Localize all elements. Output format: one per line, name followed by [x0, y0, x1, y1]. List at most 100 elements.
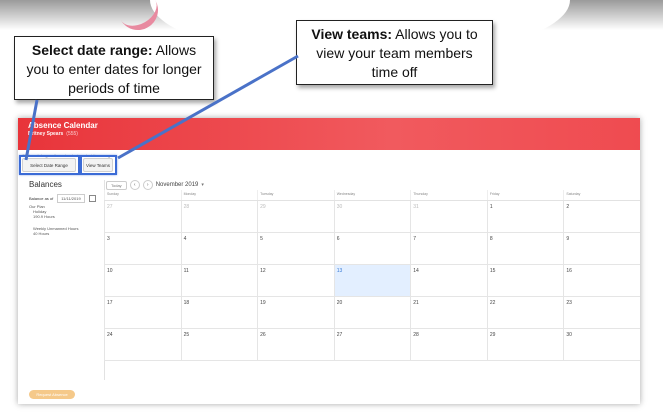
calendar-grid: 27 28 29 30 31 1 2 3 4 5 6 7 8 9 10 11 12 13 14 15 16 17 18 19 2… [104, 200, 640, 361]
callout-view-teams: View teams: Allows you to view your team… [296, 20, 493, 85]
calendar-day[interactable]: 3 [104, 233, 181, 265]
calendar-day[interactable]: 25 [180, 329, 258, 361]
calendar-day[interactable]: 20 [333, 297, 411, 329]
day-number: 1 [489, 204, 493, 210]
calendar-day[interactable]: 31 [410, 201, 487, 233]
calendar-day[interactable]: 19 [257, 297, 334, 329]
day-number: 26 [260, 332, 266, 338]
day-number: 20 [336, 300, 343, 306]
plan-spacer [29, 219, 79, 226]
highlight-view-teams [80, 155, 117, 175]
calendar-day[interactable]: 5 [257, 233, 334, 265]
day-number: 24 [107, 332, 113, 338]
balances-title: Balances [29, 180, 62, 189]
calendar-day[interactable]: 1 [486, 201, 564, 233]
calendar-day[interactable]: 29 [257, 201, 334, 233]
day-number: 25 [183, 332, 190, 338]
day-number: 2 [566, 204, 570, 210]
day-number: 12 [260, 268, 266, 274]
weekday-label: Thursday [410, 190, 487, 200]
day-number: 30 [566, 332, 572, 338]
app-title: Absence Calendar [28, 121, 98, 130]
day-number: 21 [413, 300, 419, 306]
calendar-day[interactable]: 30 [563, 329, 640, 361]
calendar-day[interactable]: 7 [410, 233, 487, 265]
balance-as-of-row: Balance as of 11/11/2019 [29, 194, 96, 203]
calendar-day[interactable]: 9 [563, 233, 640, 265]
calendar-day[interactable]: 28 [180, 201, 258, 233]
day-number: 4 [183, 236, 187, 242]
calendar-day[interactable]: 27 [104, 201, 181, 233]
day-number: 16 [566, 268, 572, 274]
day-number: 8 [489, 236, 493, 242]
callout-select-date-range: Select date range: Allows you to enter d… [14, 36, 214, 100]
user-id: (555) [66, 131, 78, 137]
day-number: 11 [183, 268, 189, 274]
calendar-day[interactable]: 12 [257, 265, 334, 297]
day-number: 23 [566, 300, 572, 306]
plans-list: Our Plan Holiday 190.9 Hours Weekly Unmanne… [29, 204, 79, 236]
app-header: Absence Calendar Britney Spears (555) [18, 118, 640, 150]
absence-calendar-window: Absence Calendar Britney Spears (555) Cli… [18, 118, 640, 404]
plan-item: 40 Hours [33, 231, 50, 236]
calendar-day[interactable]: 8 [486, 233, 564, 265]
today-button[interactable]: Today [106, 180, 127, 190]
calendar-day-today[interactable]: 13 [333, 265, 411, 297]
calendar-day[interactable]: 23 [563, 297, 640, 329]
day-number: 28 [183, 204, 190, 210]
day-number: 30 [336, 204, 343, 210]
day-number: 5 [260, 236, 263, 242]
calendar-day[interactable]: 16 [563, 265, 640, 297]
prev-month-icon[interactable]: ‹ [129, 180, 140, 190]
day-number: 15 [489, 268, 496, 274]
calendar-day[interactable]: 18 [180, 297, 258, 329]
day-number: 6 [336, 236, 340, 242]
calendar-toolbar: Today ‹ › November 2019 ▾ [106, 180, 204, 190]
calendar-icon[interactable] [88, 195, 96, 202]
weekday-label: Tuesday [257, 190, 334, 200]
day-number: 29 [260, 204, 266, 210]
callout-right-title: View teams: [311, 26, 393, 42]
calendar-day[interactable]: 10 [104, 265, 181, 297]
calendar-day[interactable]: 11 [180, 265, 258, 297]
day-number: 10 [107, 268, 113, 274]
day-number: 18 [183, 300, 190, 306]
day-number: 13 [336, 268, 343, 274]
request-absence-button[interactable]: Request Absence [29, 390, 75, 399]
day-number: 29 [489, 332, 496, 338]
month-calendar: Sunday Monday Tuesday Wednesday Thursday Frid… [104, 190, 640, 361]
day-number: 27 [107, 204, 113, 210]
day-number: 3 [107, 236, 110, 242]
day-number: 9 [566, 236, 570, 242]
callout-left-title: Select date range: [31, 42, 153, 58]
calendar-day[interactable]: 30 [333, 201, 411, 233]
day-number: 22 [489, 300, 496, 306]
day-number: 17 [107, 300, 113, 306]
day-number: 31 [413, 204, 419, 210]
calendar-day[interactable]: 27 [333, 329, 411, 361]
calendar-day[interactable]: 2 [563, 201, 640, 233]
calendar-day[interactable]: 15 [486, 265, 564, 297]
calendar-day[interactable]: 4 [180, 233, 258, 265]
weekday-label: Sunday [104, 190, 181, 200]
chevron-down-icon[interactable]: ▾ [201, 182, 204, 188]
calendar-day[interactable]: 28 [410, 329, 487, 361]
calendar-day[interactable]: 26 [257, 329, 334, 361]
balance-date-input[interactable]: 11/11/2019 [57, 194, 85, 203]
calendar-day[interactable]: 21 [410, 297, 487, 329]
calendar-day[interactable]: 22 [486, 297, 564, 329]
user-name: Britney Spears [28, 131, 64, 137]
decoration-swoosh [110, 0, 166, 38]
day-number: 19 [260, 300, 266, 306]
calendar-day[interactable]: 17 [104, 297, 181, 329]
balance-as-of-label: Balance as of [29, 196, 54, 201]
next-month-icon[interactable]: › [142, 180, 153, 190]
day-number: 27 [336, 332, 343, 338]
highlight-select-date-range [19, 155, 80, 175]
calendar-day[interactable]: 14 [410, 265, 487, 297]
calendar-day[interactable]: 24 [104, 329, 181, 361]
month-label[interactable]: November 2019 [156, 182, 199, 188]
calendar-day[interactable]: 29 [486, 329, 564, 361]
day-number: 28 [413, 332, 419, 338]
calendar-day[interactable]: 6 [333, 233, 411, 265]
